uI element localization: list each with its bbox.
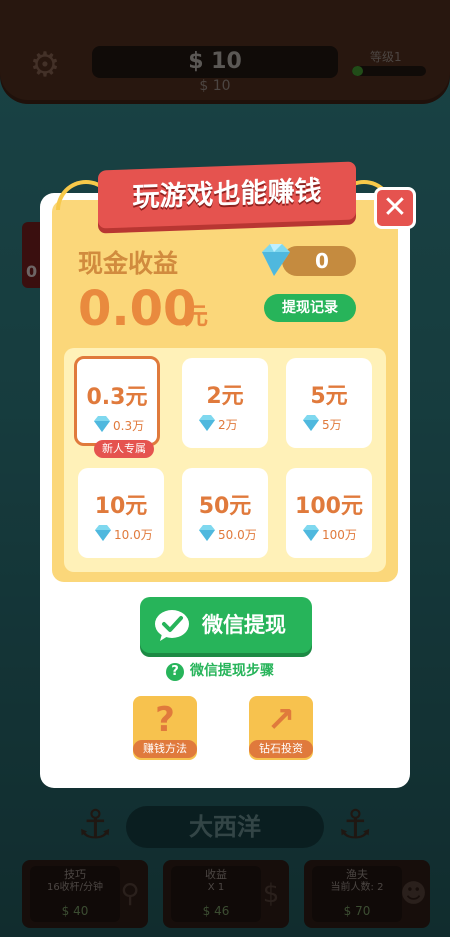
- option-cost: 50.0万: [218, 528, 257, 542]
- diamond-icon: [303, 525, 319, 541]
- diamond-icon: [95, 525, 111, 541]
- option-2[interactable]: 2元 2万: [182, 358, 268, 448]
- newbie-tag: 新人专属: [94, 440, 154, 458]
- wechat-steps-label: 微信提现步骤: [190, 663, 274, 679]
- option-amount: 2元: [206, 384, 244, 409]
- cash-unit: 元: [184, 302, 208, 330]
- question-icon: ?: [166, 663, 184, 681]
- earn-method-label: 赚钱方法: [133, 740, 197, 758]
- option-amount: 5元: [310, 384, 348, 409]
- diamond-icon: [94, 416, 110, 432]
- question-icon: ?: [155, 700, 175, 740]
- option-cost: 2万: [218, 418, 238, 432]
- banner-title: 玩游戏也能赚钱: [98, 161, 356, 229]
- option-cost: 100万: [322, 528, 357, 542]
- wechat-withdraw-button[interactable]: 微信提现: [140, 597, 312, 653]
- diamond-icon: [199, 415, 215, 431]
- wechat-icon: [155, 610, 189, 641]
- gem-count: 0: [315, 249, 329, 273]
- cash-label: 现金收益: [78, 249, 179, 278]
- diamond-invest-label: 钻石投资: [249, 740, 313, 758]
- diamond-icon: [199, 525, 215, 541]
- earn-method-button[interactable]: ? 赚钱方法: [133, 696, 197, 760]
- option-5[interactable]: 5元 5万: [286, 358, 372, 448]
- option-amount: 10元: [94, 494, 148, 519]
- option-10[interactable]: 10元 10.0万: [78, 468, 164, 558]
- option-cost: 5万: [322, 418, 342, 432]
- cash-amount: 0.00: [78, 281, 197, 337]
- close-icon: ✕: [382, 190, 408, 225]
- option-amount: 50元: [198, 494, 252, 519]
- withdraw-record-button[interactable]: 提现记录: [264, 294, 356, 322]
- diamond-invest-button[interactable]: ↗ 钻石投资: [249, 696, 313, 760]
- option-cost: 10.0万: [114, 528, 153, 542]
- diamond-icon: [262, 244, 290, 276]
- option-50[interactable]: 50元 50.0万: [182, 468, 268, 558]
- diamond-icon: [303, 415, 319, 431]
- option-cost: 0.3万: [113, 419, 145, 433]
- close-button[interactable]: ✕: [374, 187, 416, 229]
- wechat-steps-link[interactable]: ? 微信提现步骤: [166, 660, 274, 681]
- option-100[interactable]: 100元 100万: [286, 468, 372, 558]
- option-amount: 100元: [295, 494, 363, 519]
- option-amount: 0.3元: [86, 385, 148, 410]
- trend-up-icon: ↗: [266, 700, 296, 740]
- option-0-3[interactable]: 0.3元 0.3万: [74, 356, 160, 446]
- wechat-withdraw-label: 微信提现: [202, 613, 286, 637]
